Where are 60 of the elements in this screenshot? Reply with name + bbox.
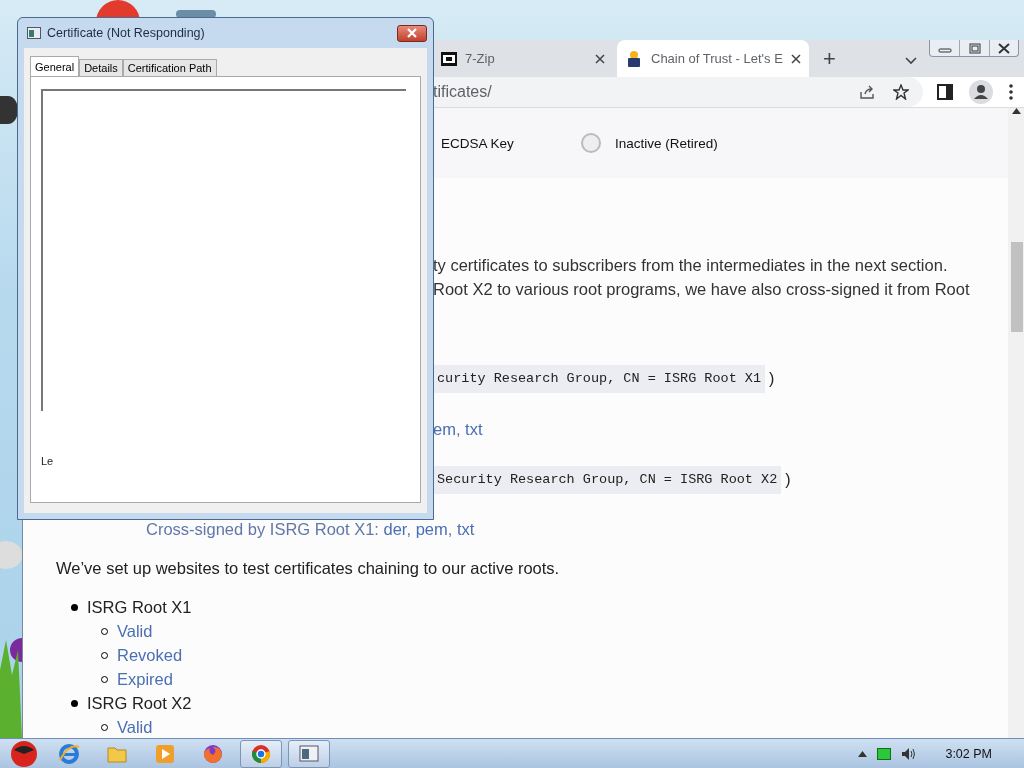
status-label: Inactive (Retired) — [615, 135, 718, 151]
new-tab-button[interactable]: + — [809, 40, 850, 77]
restore-icon — [967, 42, 982, 54]
archive-icon — [441, 51, 457, 66]
speaker-icon[interactable] — [901, 747, 918, 761]
close-button[interactable] — [397, 24, 427, 42]
paragraph: We’ve set up websites to test certificates chaining to our active roots. — [55, 558, 561, 579]
desktop-icon — [8, 638, 22, 662]
close-icon[interactable] — [595, 53, 605, 64]
close-icon — [406, 28, 418, 38]
window-title: Certificate (Not Responding) — [47, 26, 206, 40]
link[interactable]: Valid — [117, 619, 153, 643]
code-snippet: Security Research Group, CN = ISRG Root X2 — [433, 466, 782, 494]
clock[interactable]: 3:02 PM — [945, 747, 992, 761]
taskbar-button[interactable] — [240, 740, 282, 768]
browser-tab[interactable]: Chain of Trust - Let's E — [617, 40, 809, 77]
list-item: ISRG Root X2 — [87, 693, 192, 714]
parenthesis: ) — [785, 470, 791, 490]
list-item: ISRG Root X1 — [87, 597, 192, 618]
close-icon — [997, 42, 1011, 54]
link[interactable]: txt — [465, 420, 483, 438]
link[interactable]: pem — [415, 520, 448, 538]
paragraph-line: ty certificates to subscribers from the intermediates in the next section. — [433, 255, 949, 276]
lock-sun-icon — [625, 49, 643, 68]
close-icon[interactable] — [791, 53, 801, 64]
dialog-tab[interactable]: Details — [79, 59, 123, 76]
code-snippet: curity Research Group, CN = ISRG Root X1 — [433, 365, 766, 393]
status-icon[interactable] — [877, 748, 892, 760]
media-player-icon — [154, 743, 176, 765]
star-icon[interactable] — [893, 84, 909, 100]
dialog-tab[interactable]: General — [30, 56, 80, 76]
share-icon[interactable] — [859, 84, 875, 100]
e-browser-icon — [58, 743, 80, 765]
round-browser-icon — [250, 743, 272, 765]
side-panel-icon[interactable] — [937, 84, 953, 100]
link[interactable]: Expired — [117, 667, 173, 691]
link[interactable]: Revoked — [117, 643, 183, 667]
taskbar-button[interactable] — [288, 740, 330, 768]
scrollbar-thumb[interactable] — [1010, 242, 1023, 332]
bullet-icon — [71, 603, 78, 611]
link[interactable]: der — [383, 520, 407, 538]
dialog-tab[interactable]: Certification Path — [122, 59, 217, 76]
bullet-icon — [71, 699, 78, 707]
profile-icon[interactable] — [969, 80, 993, 104]
link[interactable]: Valid — [117, 715, 153, 738]
fox-browser-icon — [202, 743, 224, 765]
up-arrow-icon[interactable] — [858, 751, 868, 757]
window-icon — [298, 743, 320, 765]
field-label: Le — [41, 455, 55, 467]
menu-icon[interactable] — [1009, 84, 1013, 100]
address-field[interactable]: tificates/ — [433, 77, 923, 107]
table-cell-text: ECDSA Key — [441, 135, 515, 151]
parenthesis: ) — [769, 369, 775, 389]
desktop-icon — [0, 540, 22, 570]
link[interactable]: txt — [456, 520, 475, 538]
caret-icon[interactable] — [904, 57, 917, 65]
link[interactable]: em — [433, 420, 456, 438]
window-icon — [27, 27, 41, 39]
link-line: Cross-signed by ISRG Root X1: der, pem, txt — [145, 519, 476, 540]
paragraph-line: Root X2 to various root programs, we have also cross-signed it from Root — [433, 279, 971, 300]
